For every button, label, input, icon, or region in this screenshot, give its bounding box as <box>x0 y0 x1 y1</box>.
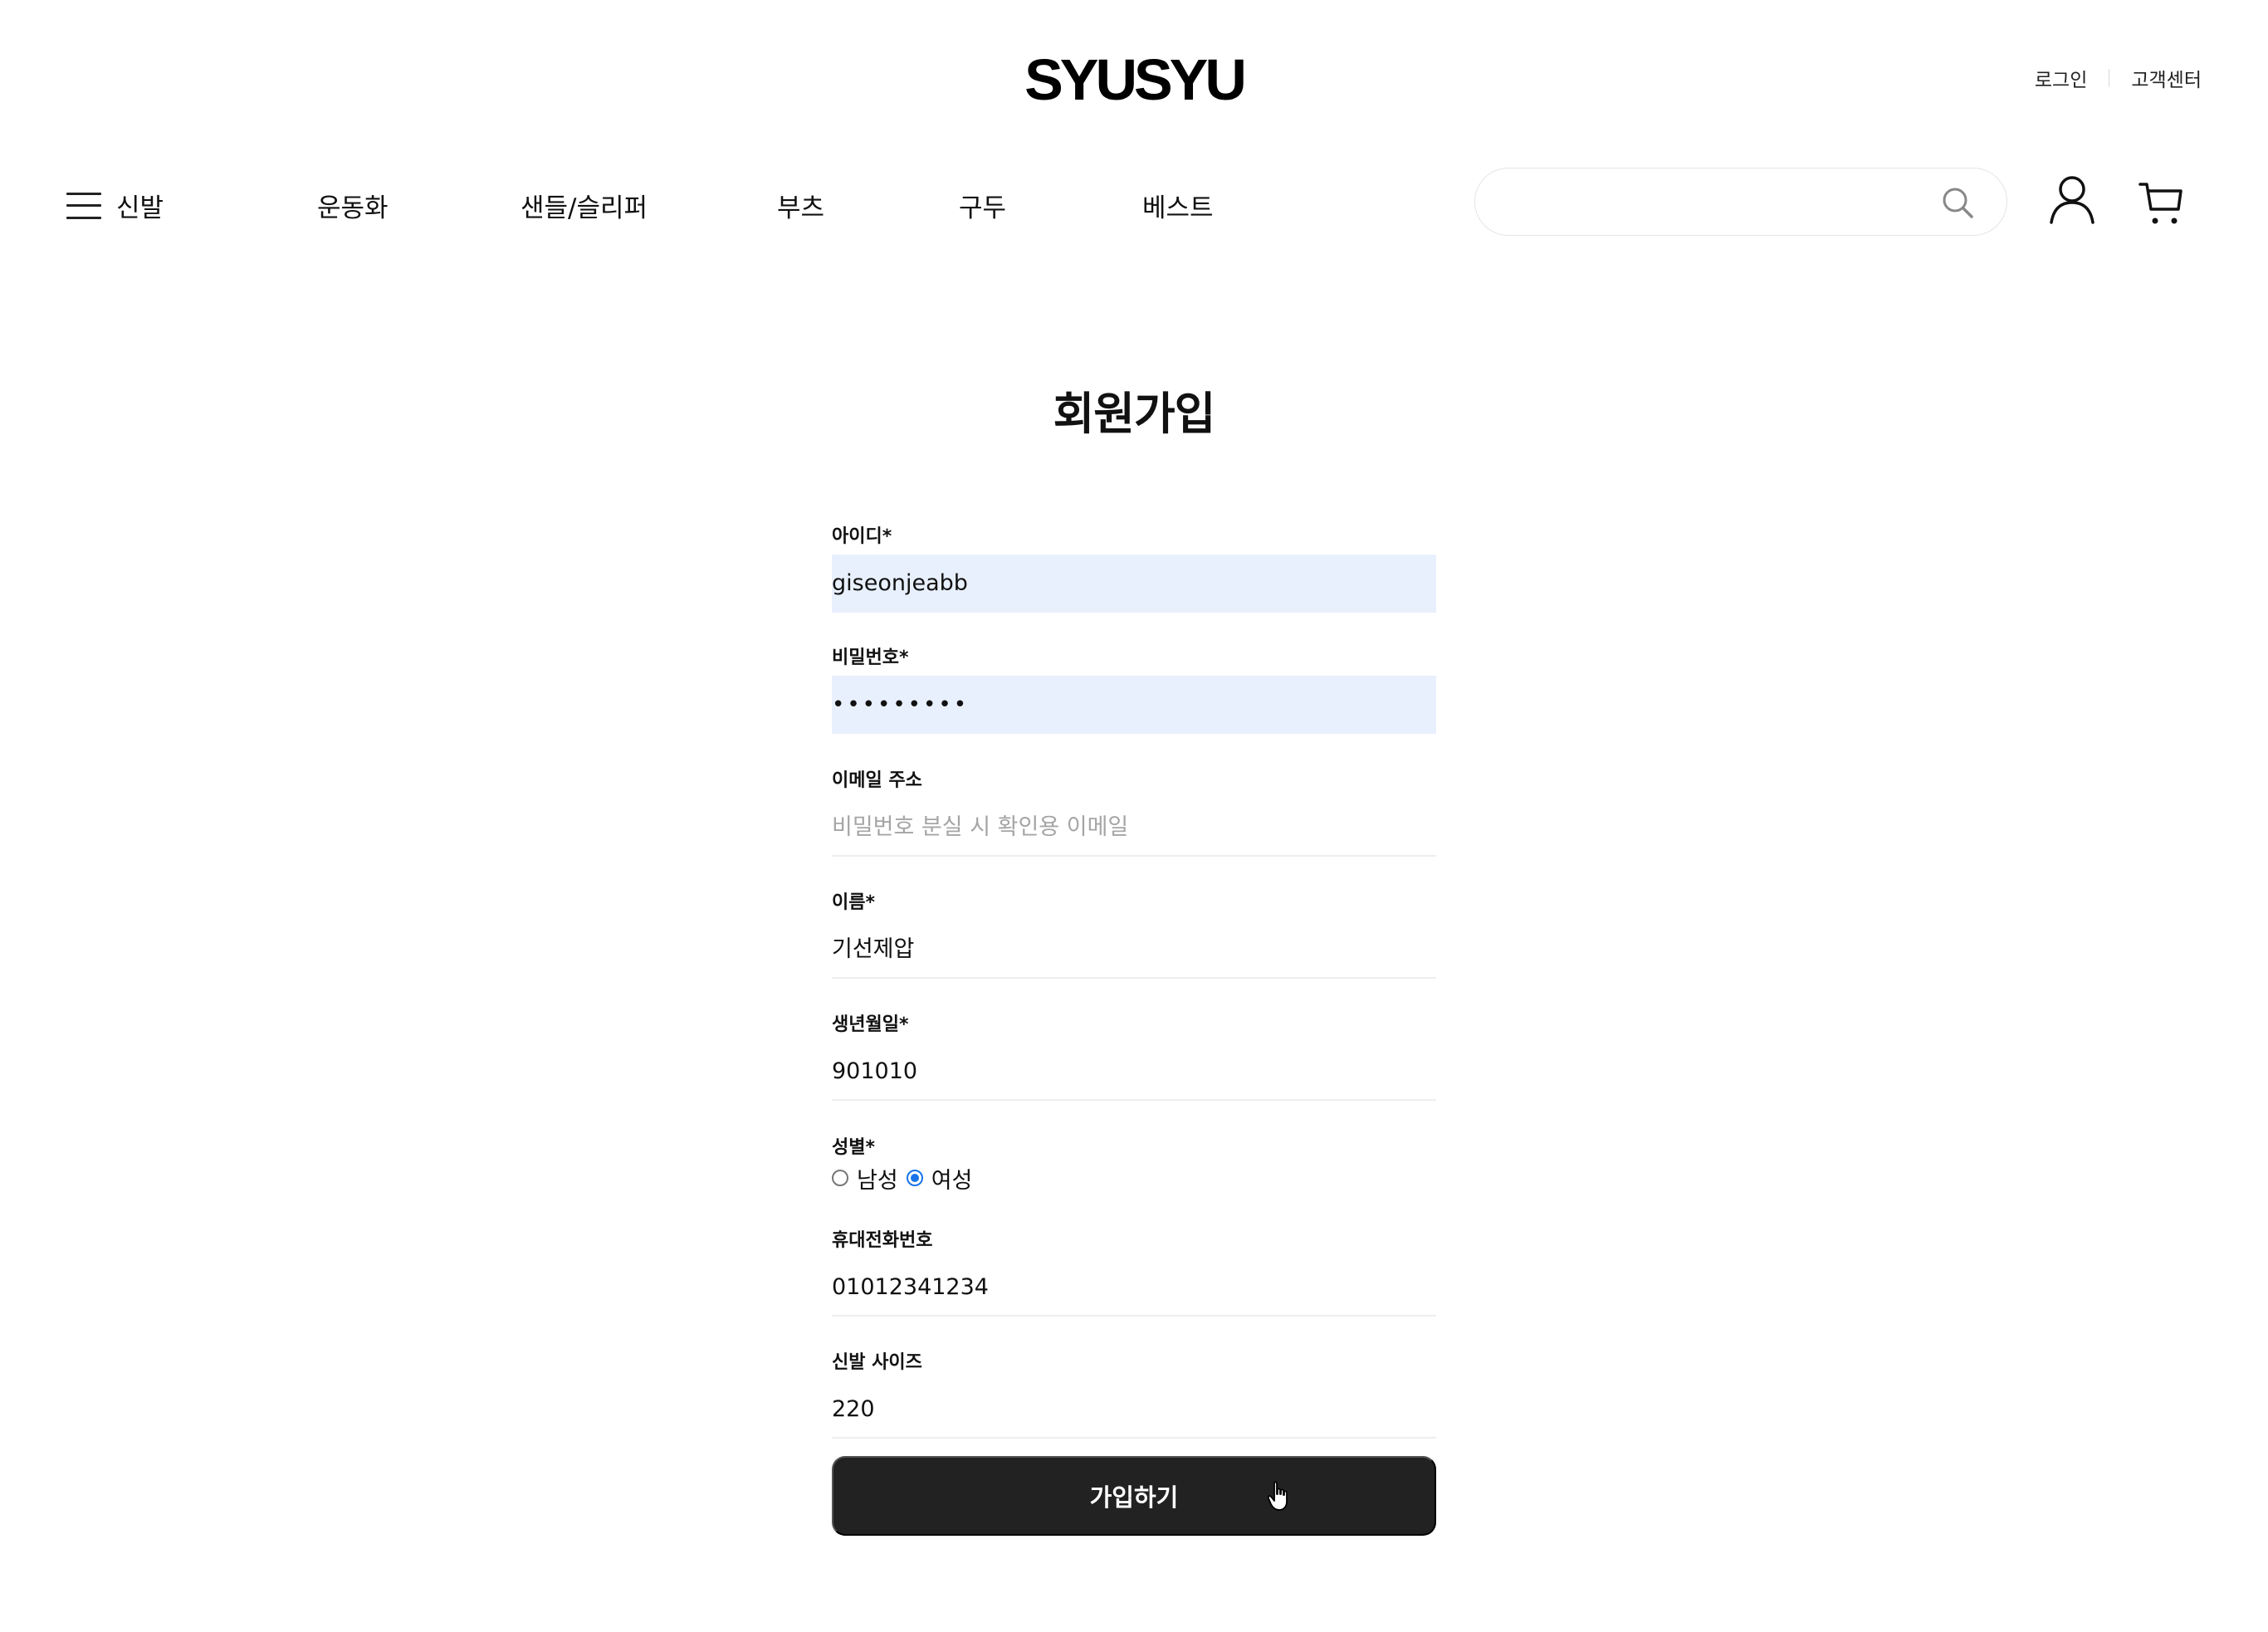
category-menu-button[interactable]: 신발 <box>66 187 164 224</box>
shoe-size-input[interactable]: 220 <box>832 1380 1436 1439</box>
password-field-group: 비밀번호* ••••••••• <box>832 646 1436 734</box>
gender-field-group: 성별* 남성 여성 <box>832 1136 1436 1195</box>
customer-center-link[interactable]: 고객센터 <box>2131 64 2202 92</box>
email-field-group: 이메일 주소 비밀번호 분실 시 확인용 이메일 <box>832 769 1436 857</box>
email-label: 이메일 주소 <box>832 770 922 791</box>
utility-links: 로그인 고객센터 <box>2035 63 2202 93</box>
user-icon[interactable] <box>2049 174 2095 224</box>
signup-page: SYUSYU 로그인 고객센터 신발 운동화 샌들/슬리퍼 부츠 구두 베스트 <box>0 0 2268 1632</box>
male-radio[interactable] <box>832 1170 848 1186</box>
logo[interactable]: SYUSYU <box>1024 46 1247 113</box>
birth-input[interactable]: 901010 <box>832 1043 1436 1101</box>
id-field-group: 아이디* giseonjeabb <box>832 525 1436 613</box>
nav-item-boots[interactable]: 부츠 <box>777 187 824 224</box>
search-icon[interactable] <box>1940 185 1975 220</box>
birth-label: 생년월일* <box>832 1014 909 1035</box>
id-input[interactable]: giseonjeabb <box>832 555 1436 613</box>
id-label: 아이디* <box>832 526 892 547</box>
shoe-size-label: 신발 사이즈 <box>832 1352 922 1373</box>
cart-icon[interactable] <box>2138 179 2183 227</box>
signup-submit-button[interactable]: 가입하기 <box>832 1456 1436 1536</box>
gender-options: 남성 여성 <box>832 1162 1436 1195</box>
name-label: 이름* <box>832 892 875 913</box>
name-field-group: 이름* 기선제압 <box>832 891 1436 979</box>
nav-item-best[interactable]: 베스트 <box>1142 187 1214 224</box>
male-label: 남성 <box>857 1167 898 1194</box>
female-radio[interactable] <box>906 1170 923 1186</box>
phone-input[interactable]: 01012341234 <box>832 1258 1436 1317</box>
hamburger-icon <box>66 192 101 219</box>
nav-menu-label: 신발 <box>116 193 164 223</box>
name-input[interactable]: 기선제압 <box>832 921 1436 979</box>
password-label: 비밀번호* <box>832 647 909 668</box>
birth-field-group: 생년월일* 901010 <box>832 1013 1436 1101</box>
gender-option-female[interactable]: 여성 <box>906 1162 973 1195</box>
password-input[interactable]: ••••••••• <box>832 676 1436 734</box>
gender-option-male[interactable]: 남성 <box>832 1162 898 1195</box>
phone-field-group: 휴대전화번호 01012341234 <box>832 1229 1436 1317</box>
gender-label: 성별* <box>832 1137 875 1158</box>
main-nav: 신발 운동화 샌들/슬리퍼 부츠 구두 베스트 <box>66 173 1229 231</box>
female-label: 여성 <box>931 1167 973 1194</box>
search-box <box>1474 168 2007 236</box>
nav-item-dress-shoes[interactable]: 구두 <box>959 187 1006 224</box>
nav-item-sneakers[interactable]: 운동화 <box>317 187 389 224</box>
search-input[interactable] <box>1500 180 1932 223</box>
shoe-size-field-group: 신발 사이즈 220 <box>832 1351 1436 1439</box>
nav-item-sandals[interactable]: 샌들/슬리퍼 <box>521 187 648 224</box>
login-link[interactable]: 로그인 <box>2035 64 2087 92</box>
hand-cursor-icon <box>1267 1481 1288 1511</box>
email-input[interactable]: 비밀번호 분실 시 확인용 이메일 <box>832 799 1436 857</box>
page-title: 회원가입 <box>1053 388 1216 440</box>
phone-label: 휴대전화번호 <box>832 1230 933 1251</box>
